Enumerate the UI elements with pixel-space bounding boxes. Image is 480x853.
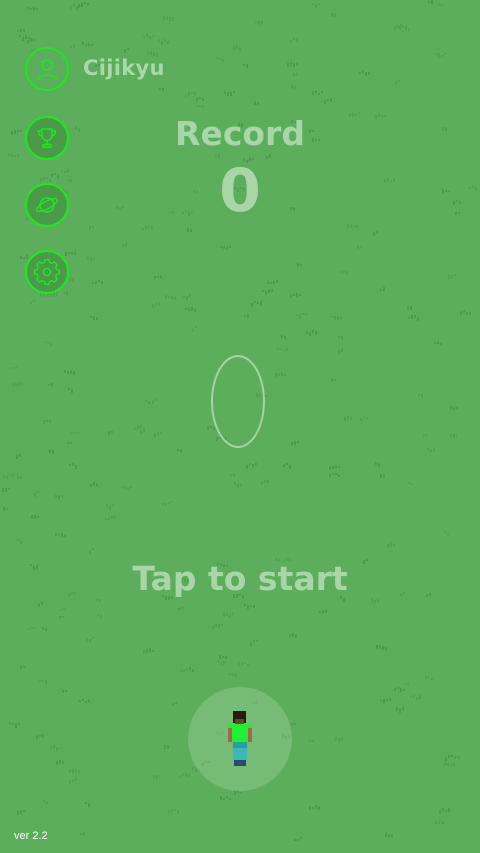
profile-button[interactable]: [25, 47, 69, 91]
username: Cijikyu: [83, 56, 165, 80]
tap-to-start-prompt[interactable]: Tap to start: [0, 559, 480, 598]
record-value: 0: [219, 156, 261, 226]
version-label: ver 2.2: [14, 830, 48, 842]
score-ring: [211, 355, 265, 448]
player-character: [228, 711, 252, 766]
user-icon: [36, 59, 58, 81]
settings-button[interactable]: [25, 250, 69, 294]
record-label: Record: [175, 114, 305, 153]
gear-icon: [34, 259, 60, 285]
